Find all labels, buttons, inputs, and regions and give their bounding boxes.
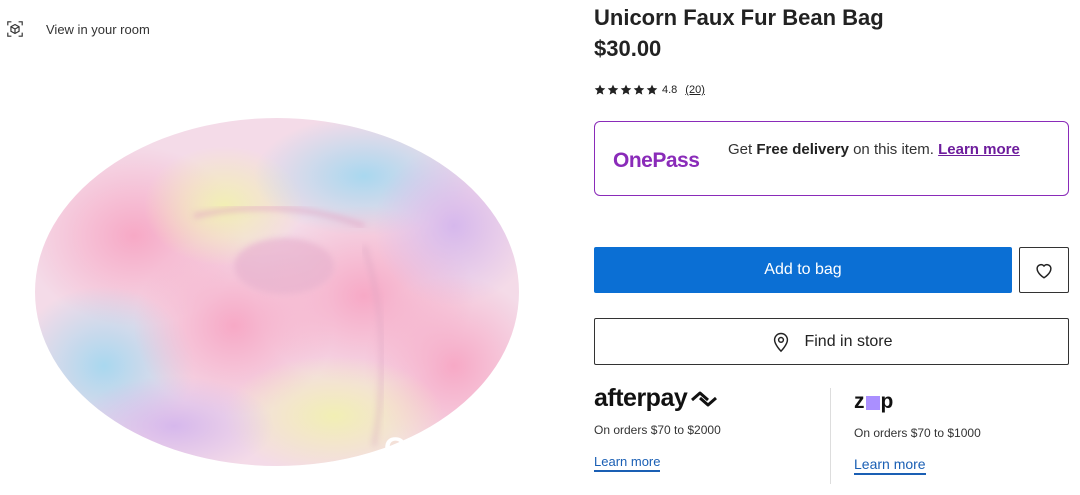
- afterpay-learn-more-link[interactable]: Learn more: [594, 454, 661, 472]
- afterpay-arrows-icon: [691, 391, 718, 406]
- reviews-count-link[interactable]: (20): [685, 84, 705, 96]
- product-title: Unicorn Faux Fur Bean Bag: [594, 5, 884, 30]
- afterpay-logo-text: afterpay: [594, 384, 688, 412]
- product-rating: 4.8 (20): [594, 84, 705, 96]
- afterpay-subtitle: On orders $70 to $2000: [594, 423, 721, 437]
- zip-logo: zp: [854, 390, 1064, 414]
- rating-stars: [594, 84, 658, 96]
- star-icon: [646, 84, 658, 95]
- onepass-text-suffix: on this item.: [848, 141, 939, 158]
- rating-value: 4.8: [662, 84, 678, 96]
- view-in-room-label: View in your room: [46, 21, 150, 37]
- zip-subtitle: On orders $70 to $1000: [854, 426, 981, 440]
- onepass-text-bold: Free delivery: [756, 141, 849, 158]
- onepass-text-prefix: Get: [728, 141, 757, 158]
- onepass-logo: OnePass: [613, 149, 700, 172]
- star-icon: [620, 84, 632, 95]
- afterpay-logo: afterpay: [594, 384, 824, 413]
- find-in-store-label: Find in store: [804, 332, 893, 350]
- onepass-learn-more-link[interactable]: Learn more: [938, 141, 1020, 158]
- payment-divider: [830, 388, 831, 484]
- onepass-banner: OnePass Get Free delivery on this item. …: [594, 121, 1069, 196]
- heart-icon: [1036, 263, 1052, 279]
- star-icon: [633, 84, 645, 95]
- zip-section: zp On orders $70 to $1000 Learn more: [854, 390, 1064, 475]
- star-icon: [607, 84, 619, 95]
- ar-cube-icon: [7, 21, 23, 37]
- onepass-message: Get Free delivery on this item. Learn mo…: [728, 141, 1048, 158]
- view-in-room-button[interactable]: View in your room: [6, 20, 150, 38]
- product-gallery: View in your room C: [0, 0, 560, 495]
- star-icon: [594, 84, 606, 95]
- map-pin-icon: [774, 332, 789, 352]
- zip-logo-right: p: [880, 390, 894, 413]
- product-price: $30.00: [594, 36, 662, 61]
- zip-learn-more-link[interactable]: Learn more: [854, 456, 926, 475]
- find-in-store-button[interactable]: Find in store: [594, 318, 1069, 365]
- add-to-bag-button[interactable]: Add to bag: [594, 247, 1012, 293]
- afterpay-section: afterpay On orders $70 to $2000 Learn mo…: [594, 384, 824, 472]
- product-image[interactable]: [34, 116, 520, 468]
- zip-logo-left: z: [854, 390, 865, 413]
- image-overlay-text: C: [384, 432, 407, 465]
- wishlist-button[interactable]: [1019, 247, 1069, 293]
- zip-logo-mark: [865, 396, 880, 410]
